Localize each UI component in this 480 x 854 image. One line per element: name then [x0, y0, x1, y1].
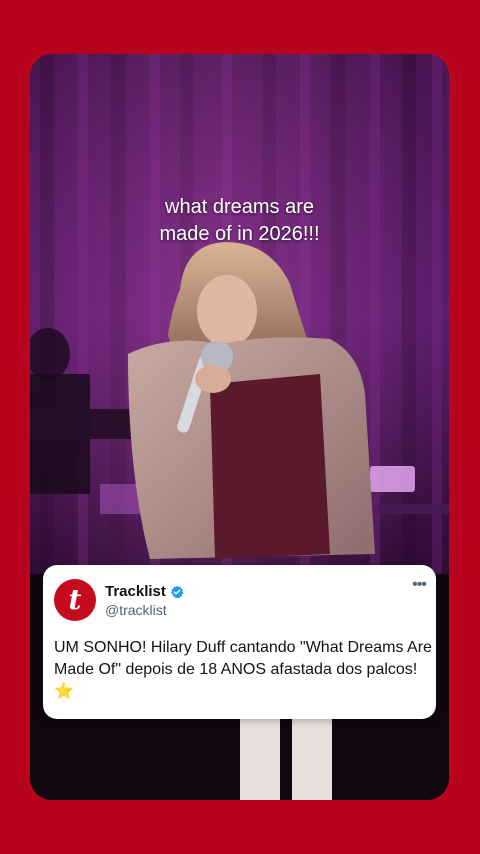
tweet-body: UM SONHO! Hilary Duff cantando "What Dre…: [54, 639, 432, 678]
caption-line-2: made of in 2026!!!: [159, 223, 320, 245]
page-background: what dreams are made of in 2026!!! t Tra…: [0, 0, 480, 854]
video-caption: what dreams are made of in 2026!!!: [30, 194, 449, 248]
author-name[interactable]: Tracklist: [105, 583, 166, 600]
star-emoji-icon: ⭐: [54, 683, 74, 700]
caption-line-1: what dreams are: [165, 196, 314, 218]
author-handle[interactable]: @tracklist: [105, 602, 167, 618]
tweet-text: UM SONHO! Hilary Duff cantando "What Dre…: [54, 637, 432, 703]
author-name-row[interactable]: Tracklist: [105, 583, 184, 600]
more-options-icon[interactable]: •••: [408, 577, 430, 596]
avatar[interactable]: t: [54, 579, 96, 621]
tweet-card[interactable]: t Tracklist @tracklist ••• UM SONHO! Hil…: [43, 565, 436, 719]
verified-badge-icon: [170, 585, 184, 599]
